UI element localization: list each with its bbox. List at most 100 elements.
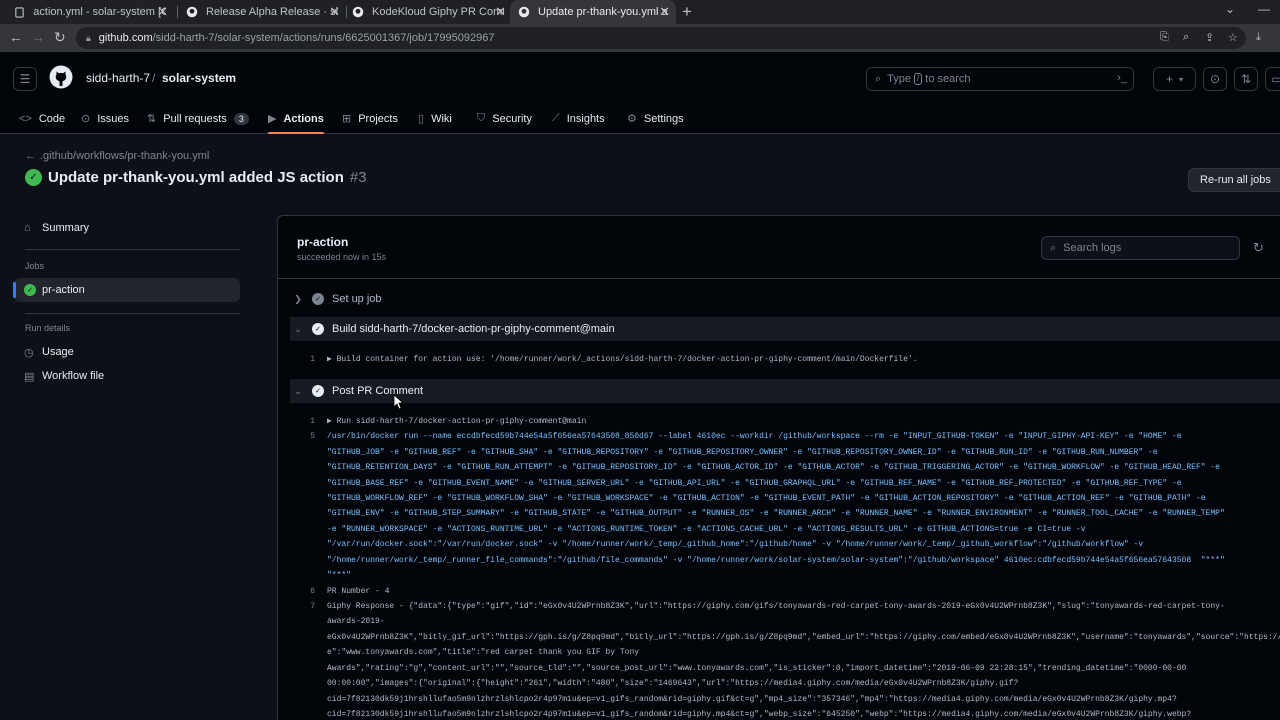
inbox-icon: ▭ — [1271, 72, 1280, 86]
search-placeholder: Type — [887, 73, 912, 85]
line-number — [297, 522, 327, 537]
log-text: eGx0v4U2WPrnb8Z3K","bitly_gif_url":"http… — [327, 633, 1280, 642]
tab-issues[interactable]: ⊙ Issues — [81, 103, 129, 134]
log-text: cid=7f82130dk59j1hrshllufao5m9nlzhrzlshl… — [327, 710, 1192, 719]
log-text: -e "RUNNER_WORKSPACE" -e "ACTIONS_RUNTIM… — [327, 525, 1086, 534]
reload-icon[interactable]: ↻ — [54, 29, 66, 46]
log-text: ▶ Run sidd-harth-7/docker-action-pr-giph… — [327, 417, 587, 426]
sidebar-item-label: Usage — [42, 346, 74, 358]
line-number[interactable]: 1 — [297, 352, 327, 367]
close-icon[interactable]: ✕ — [157, 4, 168, 20]
log-text: e":"www.tonyawards.com","title":"red car… — [327, 648, 640, 657]
run-details-heading: Run details — [25, 323, 71, 333]
step-post-pr-comment[interactable]: ⌄ ✓ Post PR Comment — [290, 379, 1280, 403]
log-text: "GITHUB_BASE_REF" -e "GITHUB_EVENT_NAME"… — [327, 479, 1182, 488]
tab-projects[interactable]: ⊞ Projects — [342, 103, 398, 134]
minimize-icon[interactable]: — — [1258, 2, 1270, 16]
workflow-back-link[interactable]: ← .github/workflows/pr-thank-you.yml — [25, 150, 209, 162]
new-tab-icon[interactable]: + — [682, 2, 692, 22]
log-line: cid=7f82130dk59j1hrshllufao5m9nlzhrzlshl… — [297, 707, 1280, 720]
back-arrow-icon[interactable]: ← — [9, 29, 23, 45]
tab-wiki[interactable]: ▯ Wiki — [418, 103, 452, 134]
url-input[interactable]: 🔒︎ github.com/sidd-harth-7/solar-system/… — [76, 27, 1246, 49]
repo-owner-link[interactable]: sidd-harth-7 — [86, 71, 150, 85]
line-number — [297, 568, 327, 583]
log-line: Awards","rating":"g","content_url":"","s… — [297, 661, 1280, 676]
graph-icon: ⟋ — [552, 112, 560, 124]
forward-arrow-icon[interactable]: → — [31, 29, 45, 45]
tab-title: action.yml - solar-system [GitHub] — [33, 6, 166, 18]
create-new-button[interactable]: + ▾ — [1153, 67, 1196, 91]
line-number — [297, 614, 327, 629]
step-build-container[interactable]: ⌄ ✓ Build sidd-harth-7/docker-action-pr-… — [290, 317, 1280, 341]
sidebar-item-usage[interactable]: ◷ Usage — [14, 340, 240, 364]
close-icon[interactable]: ✕ — [495, 4, 506, 20]
menu-icon[interactable]: ☰ — [13, 67, 37, 91]
line-number[interactable]: 7 — [297, 599, 327, 614]
search-logs-input[interactable]: ⌕ Search logs — [1041, 236, 1240, 260]
log-line: 1 ▶ Build container for action use: '/ho… — [297, 352, 1280, 367]
tab-insights[interactable]: ⟋ Insights — [552, 103, 605, 134]
sidebar-item-label: Workflow file — [42, 370, 105, 382]
browser-tab-active[interactable]: Update pr-thank-you.yml added JS action … — [510, 0, 676, 24]
sidebar-item-label: pr-action — [42, 284, 85, 296]
close-icon[interactable]: ✕ — [659, 4, 670, 20]
chevron-down-icon[interactable]: ⌄ — [1225, 2, 1235, 16]
url-path: /sidd-harth-7/solar-system/actions/runs/… — [152, 32, 495, 44]
tab-code[interactable]: <> Code — [19, 103, 65, 134]
tab-actions[interactable]: ▶ Actions — [268, 103, 324, 134]
download-icon[interactable]: ⤓ — [1256, 31, 1261, 44]
line-number — [297, 676, 327, 691]
line-number[interactable]: 1 — [297, 414, 327, 429]
workflow-path: .github/workflows/pr-thank-you.yml — [40, 150, 210, 162]
repo-name-link[interactable]: solar-system — [162, 71, 236, 85]
gear-icon: ⚙ — [627, 113, 637, 125]
line-number — [297, 537, 327, 552]
tab-security[interactable]: ⛉ Security — [477, 103, 532, 134]
log-text: 00:00:00","images":{"original":{"height"… — [327, 679, 1019, 688]
line-number[interactable]: 6 — [297, 584, 327, 599]
log-line: "/var/run/docker.sock":"/var/run/docker.… — [297, 537, 1280, 552]
browser-tab[interactable]: KodeKloud Giphy PR Comment ✕ — [344, 0, 512, 24]
sidebar-item-workflow-file[interactable]: ▤ Workflow file — [14, 364, 240, 388]
tab-label: Insights — [566, 112, 605, 125]
log-line: "***" — [297, 568, 1280, 583]
github-logo-icon[interactable] — [49, 65, 73, 89]
tab-label: Projects — [358, 112, 398, 125]
tab-settings[interactable]: ⚙ Settings — [627, 103, 684, 134]
url-host: github.com — [98, 32, 153, 44]
line-number — [297, 553, 327, 568]
zoom-icon[interactable]: ⌕ — [1183, 31, 1189, 44]
tab-label: Actions — [283, 112, 324, 125]
tab-pull-requests[interactable]: ⇅ Pull requests 3 — [147, 103, 249, 134]
line-number — [297, 506, 327, 521]
command-palette-icon[interactable]: ›_ — [1117, 72, 1127, 84]
pull-requests-button[interactable]: ⇅ — [1234, 67, 1258, 91]
refresh-icon[interactable]: ↻ — [1253, 240, 1264, 256]
step-setup-job[interactable]: ❯ ✓ Set up job — [290, 287, 1280, 311]
issues-button[interactable]: ⊙ — [1203, 67, 1227, 91]
star-icon[interactable]: ☆ — [1228, 31, 1238, 44]
tab-label: Wiki — [431, 112, 452, 125]
log-line: -e "RUNNER_WORKSPACE" -e "ACTIONS_RUNTIM… — [297, 522, 1280, 537]
browser-tab[interactable]: Release Alpha Release · sidd-harth-7 ✕ — [178, 0, 346, 24]
check-circle-icon: ✓ — [24, 284, 36, 296]
browser-tab[interactable]: action.yml - solar-system [GitHub] ✕ — [6, 0, 174, 24]
tab-title: Update pr-thank-you.yml added JS action — [538, 6, 668, 18]
install-icon[interactable]: ⎘ — [1160, 31, 1169, 44]
rerun-all-jobs-button[interactable]: Re-run all jobs — [1188, 168, 1280, 192]
inbox-button[interactable]: ▭ — [1265, 67, 1280, 91]
close-icon[interactable]: ✕ — [329, 4, 340, 20]
line-number — [297, 692, 327, 707]
jobs-heading: Jobs — [25, 261, 45, 271]
tab-title: KodeKloud Giphy PR Comment — [372, 6, 504, 18]
line-number[interactable]: 5 — [297, 429, 327, 444]
github-icon — [186, 5, 198, 19]
share-icon[interactable]: ⇪ — [1205, 31, 1214, 44]
log-line: e":"www.tonyawards.com","title":"red car… — [297, 645, 1280, 660]
search-input[interactable]: ⌕ Type / to search ›_ — [866, 67, 1134, 91]
sidebar-item-label: Summary — [42, 222, 90, 234]
chevron-down-icon: ⌄ — [294, 323, 302, 334]
sidebar-item-summary[interactable]: ⌂ Summary — [14, 216, 240, 240]
sidebar-item-job[interactable]: ✓ pr-action — [13, 278, 240, 302]
